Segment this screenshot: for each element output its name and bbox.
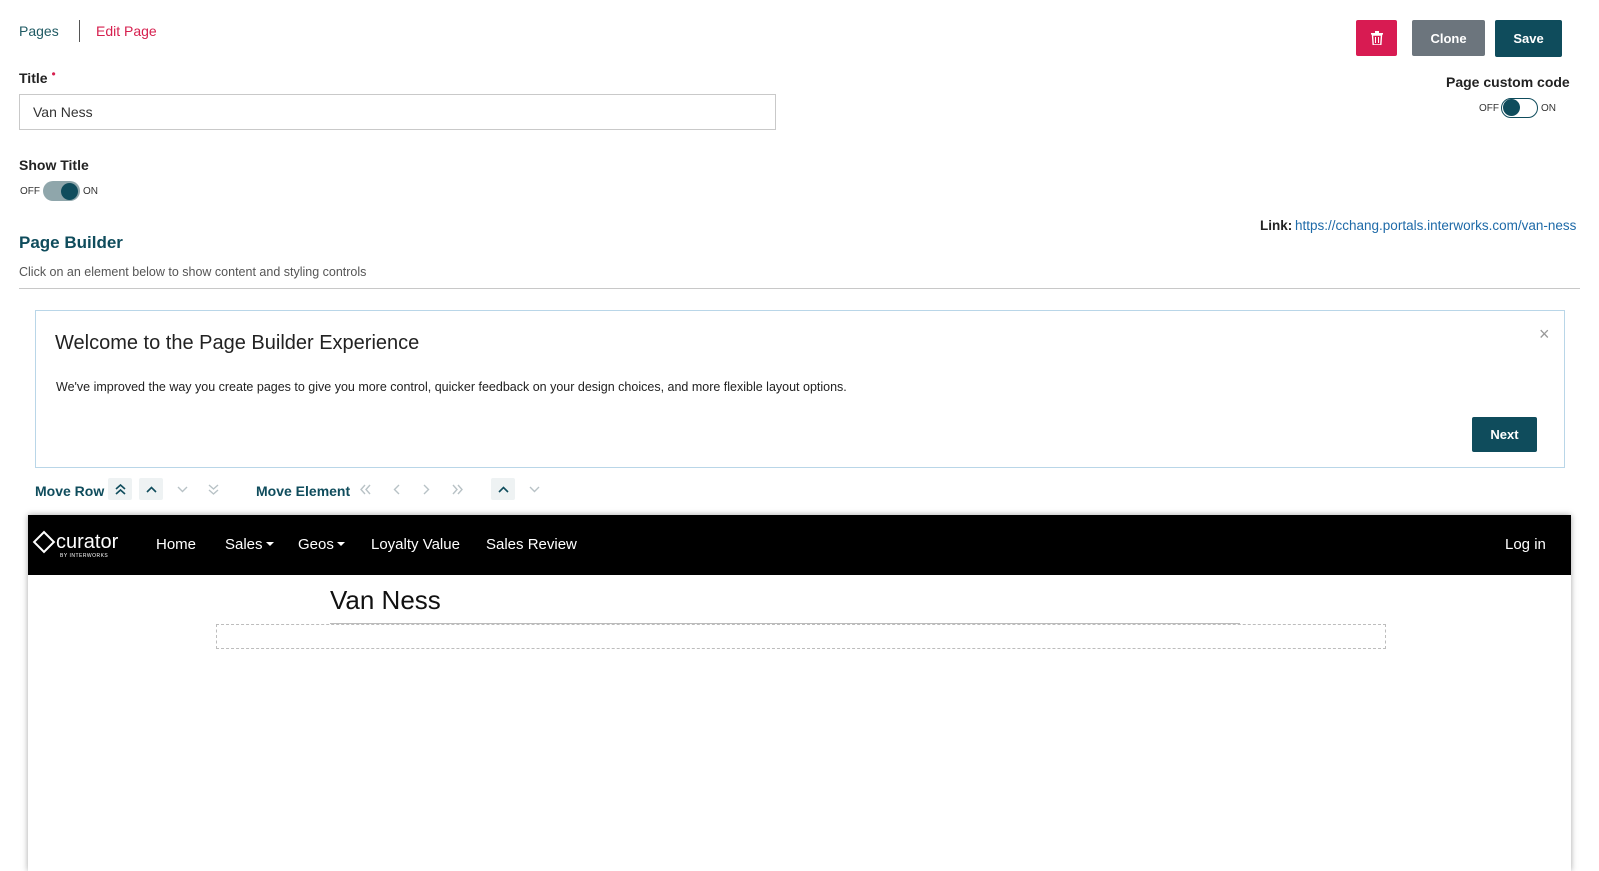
title-label: Title: [19, 70, 48, 86]
trash-icon: [1370, 31, 1383, 45]
show-title-label: Show Title: [19, 157, 89, 173]
nav-sales[interactable]: Sales: [225, 536, 274, 553]
preview-navbar: curator BY INTERWORKS Home Sales Geos Lo…: [28, 515, 1571, 575]
page-link-url[interactable]: https://cchang.portals.interworks.com/va…: [1295, 218, 1576, 233]
breadcrumb-current-page: Edit Page: [96, 23, 157, 39]
nav-geos[interactable]: Geos: [298, 536, 345, 553]
logo-subtext: BY INTERWORKS: [60, 553, 109, 559]
close-icon[interactable]: ×: [1539, 324, 1550, 345]
nav-sales-label: Sales: [225, 536, 263, 553]
delete-button[interactable]: [1356, 20, 1397, 56]
nav-home[interactable]: Home: [156, 536, 196, 553]
show-title-on-label: ON: [83, 186, 98, 197]
move-element-right-icon[interactable]: [414, 478, 438, 500]
show-title-toggle[interactable]: [43, 181, 80, 201]
nav-geos-label: Geos: [298, 536, 334, 553]
page-link-label: Link:: [1260, 218, 1293, 233]
move-element-first-icon[interactable]: [353, 478, 377, 500]
move-element-up-icon[interactable]: [491, 478, 515, 500]
move-row-bottom-icon[interactable]: [201, 478, 225, 500]
clone-button[interactable]: Clone: [1412, 20, 1485, 56]
next-button[interactable]: Next: [1472, 417, 1537, 452]
move-row-down-icon[interactable]: [170, 478, 194, 500]
custom-code-label: Page custom code: [1446, 74, 1570, 90]
preview-empty-row[interactable]: [216, 624, 1386, 649]
logo-text: curator: [56, 531, 119, 553]
move-row-top-icon[interactable]: [108, 478, 132, 500]
page-builder-subtext: Click on an element below to show conten…: [19, 265, 367, 279]
page-preview: curator BY INTERWORKS Home Sales Geos Lo…: [28, 515, 1571, 871]
nav-loyalty-value[interactable]: Loyalty Value: [371, 536, 460, 553]
save-button[interactable]: Save: [1495, 20, 1562, 57]
curator-logo[interactable]: curator BY INTERWORKS: [32, 530, 119, 559]
nav-sales-review[interactable]: Sales Review: [486, 536, 577, 553]
required-marker: •: [51, 67, 56, 81]
welcome-body: We've improved the way you create pages …: [56, 380, 847, 394]
move-row-up-icon[interactable]: [139, 478, 163, 500]
move-element-last-icon[interactable]: [445, 478, 469, 500]
toggle-knob: [61, 182, 78, 200]
move-row-label: Move Row: [35, 483, 105, 499]
title-input[interactable]: [19, 94, 776, 130]
login-link[interactable]: Log in: [1505, 536, 1546, 553]
welcome-title: Welcome to the Page Builder Experience: [55, 332, 420, 354]
toggle-knob: [1502, 99, 1520, 116]
caret-down-icon: [336, 542, 345, 546]
custom-code-on-label: ON: [1541, 103, 1556, 114]
breadcrumb-pages-link[interactable]: Pages: [19, 23, 59, 39]
curator-logo-icon: [32, 530, 56, 554]
move-element-down-icon[interactable]: [522, 478, 546, 500]
custom-code-off-label: OFF: [1479, 103, 1499, 114]
breadcrumb-separator: [79, 20, 80, 42]
title-label-row: Title •: [19, 67, 56, 88]
preview-page-title[interactable]: Van Ness: [330, 585, 441, 616]
move-element-label: Move Element: [256, 483, 351, 499]
custom-code-toggle[interactable]: [1501, 98, 1538, 118]
show-title-off-label: OFF: [20, 186, 40, 197]
divider: [19, 288, 1580, 289]
page-builder-heading: Page Builder: [19, 233, 123, 252]
move-element-left-icon[interactable]: [384, 478, 408, 500]
caret-down-icon: [265, 542, 274, 546]
